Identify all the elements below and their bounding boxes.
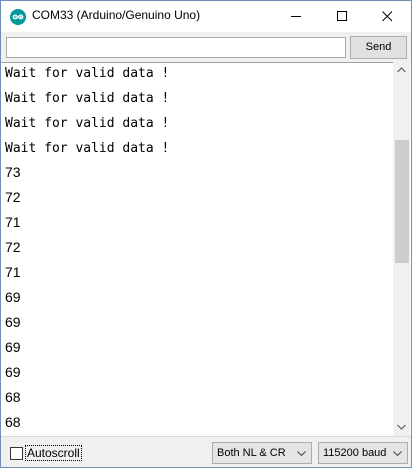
output-line: 73 [5,164,21,180]
output-line: 71 [5,214,21,230]
maximize-button[interactable] [320,1,366,32]
output-line: Wait for valid data ! [5,91,170,106]
output-line: 69 [5,364,21,380]
send-button[interactable]: Send [350,36,407,59]
scrollbar-thumb[interactable] [395,140,409,263]
baud-rate-select[interactable]: 115200 baud [318,442,408,464]
minimize-button[interactable] [274,1,320,32]
vertical-scrollbar[interactable] [393,62,410,436]
status-bar: Autoscroll Both NL & CR 115200 baud [1,436,411,467]
baud-rate-value: 115200 baud [323,447,387,459]
chevron-down-icon [297,451,306,456]
line-ending-value: Both NL & CR [217,447,286,459]
send-bar: Send [1,32,411,62]
output-line: 68 [5,414,21,430]
scroll-up-button[interactable] [393,62,410,79]
maximize-icon [337,11,347,21]
window-title: COM33 (Arduino/Genuino Uno) [32,8,201,22]
serial-input[interactable] [6,37,346,58]
line-ending-select[interactable]: Both NL & CR [212,442,312,464]
chevron-down-icon [393,451,402,456]
output-line: 72 [5,189,21,205]
output-line: 71 [5,264,21,280]
output-line: 72 [5,239,21,255]
output-line: 68 [5,389,21,405]
close-button[interactable] [365,1,411,32]
scroll-down-button[interactable] [393,419,410,436]
title-bar[interactable]: COM33 (Arduino/Genuino Uno) [1,1,411,32]
output-line: Wait for valid data ! [5,66,170,81]
serial-output[interactable]: Wait for valid data ! Wait for valid dat… [1,62,393,436]
output-line: Wait for valid data ! [5,141,170,156]
output-line: 69 [5,289,21,305]
autoscroll-checkbox[interactable] [10,447,23,460]
output-line: 69 [5,339,21,355]
close-icon [382,11,393,22]
serial-monitor-window: COM33 (Arduino/Genuino Uno) Send Wait fo… [0,0,412,468]
arduino-logo-icon [10,9,26,25]
output-line: Wait for valid data ! [5,116,170,131]
output-line: 69 [5,314,21,330]
chevron-up-icon [397,67,406,73]
autoscroll-label[interactable]: Autoscroll [25,445,82,461]
minimize-icon [291,16,301,17]
chevron-down-icon [397,424,406,430]
